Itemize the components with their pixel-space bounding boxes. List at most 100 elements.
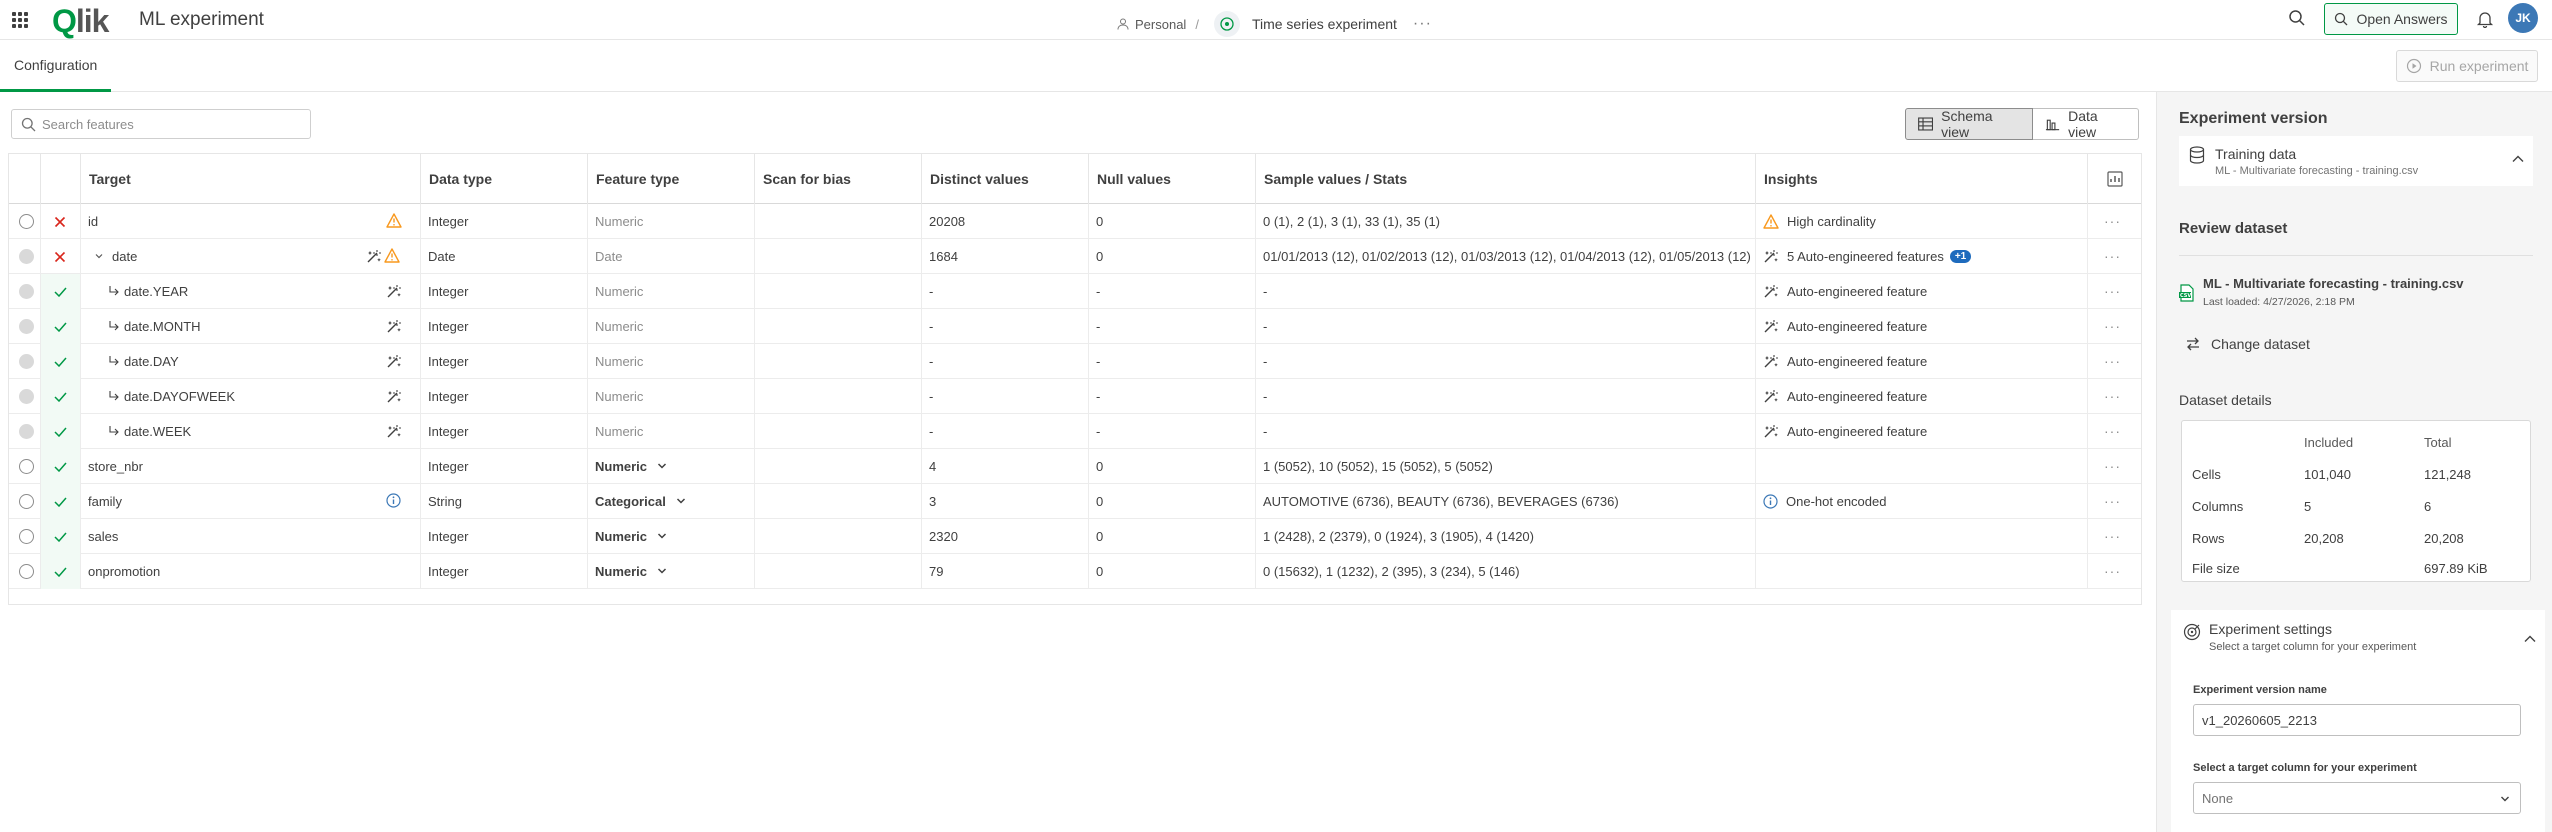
chevron-down-icon (657, 531, 667, 541)
table-row[interactable]: sales Integer Numeric 2320 0 1 (2428), 2 (237… (9, 519, 2141, 554)
table-row[interactable]: family String Categorical 3 0 AUTOMOTIVE (673… (9, 484, 2141, 519)
collapse-chevron-icon[interactable] (94, 251, 104, 261)
row-select-radio[interactable] (19, 284, 34, 299)
details-col-total: Total (2424, 435, 2452, 450)
more-options-icon[interactable]: ··· (1413, 15, 1432, 33)
column-header-feature-type[interactable]: Feature type (587, 154, 754, 204)
table-row[interactable]: store_nbr Integer Numeric 4 0 1 (5052), 10 (5… (9, 449, 2141, 484)
excluded-x-icon[interactable] (40, 204, 80, 239)
insight-text: Auto-engineered feature (1787, 283, 1928, 299)
search-features-input[interactable] (42, 114, 302, 134)
scan-for-bias-cell (754, 554, 921, 588)
column-settings-button[interactable] (2087, 154, 2142, 204)
column-header-data-type[interactable]: Data type (420, 154, 587, 204)
table-row[interactable]: date.DAY Integer Numeric - - - Auto-engineered… (9, 344, 2141, 379)
included-check-icon[interactable] (40, 379, 80, 414)
row-more-options-icon[interactable]: ··· (2104, 563, 2121, 579)
search-icon[interactable] (2288, 9, 2306, 27)
column-header-insights[interactable]: Insights (1755, 154, 2087, 204)
row-select-radio[interactable] (19, 459, 34, 474)
table-row[interactable]: id Integer Numeric 20208 0 0 (1), 2 (1), 3 (1… (9, 204, 2141, 239)
included-check-icon[interactable] (40, 519, 80, 554)
included-check-icon[interactable] (40, 344, 80, 379)
space-link[interactable]: Personal (1135, 17, 1186, 32)
row-select-radio[interactable] (19, 354, 34, 369)
qlik-logo[interactable]: Qlik (52, 3, 109, 40)
insights-cell (1755, 449, 2087, 483)
row-more-options-icon[interactable]: ··· (2104, 458, 2121, 474)
row-more-options-icon[interactable]: ··· (2104, 283, 2121, 299)
row-more-options-icon[interactable]: ··· (2104, 493, 2121, 509)
row-more-options-icon[interactable]: ··· (2104, 318, 2121, 334)
experiment-name[interactable]: Time series experiment (1252, 16, 1397, 32)
included-check-icon[interactable] (40, 484, 80, 519)
data-type-cell: Integer (428, 213, 469, 229)
open-answers-button[interactable]: Open Answers (2324, 3, 2458, 35)
included-check-icon[interactable] (40, 274, 80, 309)
included-check-icon[interactable] (40, 309, 80, 344)
row-more-options-icon[interactable]: ··· (2104, 213, 2121, 229)
feature-type-dropdown[interactable]: Numeric (587, 554, 754, 588)
chevron-down-icon (657, 461, 667, 471)
schema-view-button[interactable]: Schema view (1905, 108, 2033, 140)
table-row[interactable]: date.MONTH Integer Numeric - - - Auto-engineer… (9, 309, 2141, 344)
row-more-options-icon[interactable]: ··· (2104, 528, 2121, 544)
insights-cell: Auto-engineered feature (1755, 344, 2087, 378)
details-included-columns: 5 (2304, 499, 2312, 514)
person-icon (1117, 18, 1129, 30)
table-header: Target Data type Feature type Scan for b… (9, 154, 2141, 204)
column-header-target[interactable]: Target (80, 154, 420, 204)
null-values-cell: - (1096, 318, 1101, 334)
excluded-x-icon[interactable] (40, 239, 80, 274)
feature-type-dropdown[interactable]: Numeric (587, 449, 754, 483)
details-total-rows: 20,208 (2424, 531, 2464, 546)
version-name-input[interactable] (2193, 704, 2521, 736)
details-total-columns: 6 (2424, 499, 2432, 514)
table-row[interactable]: date.WEEK Integer Numeric - - - Auto-engineere… (9, 414, 2141, 449)
change-dataset-button[interactable]: Change dataset (2185, 336, 2310, 352)
target-column-select[interactable]: None (2193, 782, 2521, 814)
more-insights-badge[interactable]: +1 (1949, 249, 1972, 263)
feature-type-dropdown[interactable]: Categorical (587, 484, 754, 518)
chevron-up-icon[interactable] (2523, 632, 2537, 646)
auto-engineer-icon (1763, 353, 1779, 369)
column-divider (2087, 204, 2088, 589)
row-select-radio[interactable] (19, 529, 34, 544)
column-header-scan-for-bias[interactable]: Scan for bias (754, 154, 921, 204)
row-select-radio[interactable] (19, 494, 34, 509)
table-row[interactable]: date Date Date 1684 0 01/01/2013 (12), 01/02/… (9, 239, 2141, 274)
user-avatar[interactable]: JK (2508, 3, 2538, 33)
row-select-radio[interactable] (19, 389, 34, 404)
row-more-options-icon[interactable]: ··· (2104, 248, 2121, 264)
table-row[interactable]: date.DAYOFWEEK Integer Numeric - - - Auto-engi… (9, 379, 2141, 414)
version-name-label: Experiment version name (2193, 684, 2327, 696)
row-select-radio[interactable] (19, 214, 34, 229)
included-check-icon[interactable] (40, 554, 80, 589)
scan-for-bias-cell (754, 449, 921, 483)
feature-type-dropdown[interactable]: Numeric (587, 519, 754, 553)
data-view-button[interactable]: Data view (2033, 108, 2139, 140)
table-row[interactable]: onpromotion Integer Numeric 79 0 0 (15632), 1… (9, 554, 2141, 589)
experiment-settings-card[interactable]: Experiment settings Select a target colu… (2171, 610, 2545, 670)
column-header-sample-values[interactable]: Sample values / Stats (1255, 154, 1755, 204)
chevron-up-icon[interactable] (2511, 152, 2525, 166)
row-more-options-icon[interactable]: ··· (2104, 423, 2121, 439)
row-select-radio[interactable] (19, 319, 34, 334)
column-header-distinct-values[interactable]: Distinct values (921, 154, 1088, 204)
run-experiment-button[interactable]: Run experiment (2396, 50, 2538, 82)
tab-configuration[interactable]: Configuration (0, 40, 112, 92)
training-data-card[interactable]: Training data ML - Multivariate forecast… (2179, 136, 2533, 186)
column-header-null-values[interactable]: Null values (1088, 154, 1255, 204)
app-menu-grid-icon[interactable] (12, 12, 28, 28)
table-row[interactable]: date.YEAR Integer Numeric - - - Auto-engineere… (9, 274, 2141, 309)
row-more-options-icon[interactable]: ··· (2104, 388, 2121, 404)
included-check-icon[interactable] (40, 414, 80, 449)
row-select-radio[interactable] (19, 564, 34, 579)
included-check-icon[interactable] (40, 449, 80, 484)
sample-values-cell: - (1263, 423, 1268, 439)
row-select-radio[interactable] (19, 424, 34, 439)
row-select-radio[interactable] (19, 249, 34, 264)
notifications-bell-icon[interactable] (2476, 10, 2494, 28)
row-more-options-icon[interactable]: ··· (2104, 353, 2121, 369)
change-dataset-label: Change dataset (2211, 336, 2310, 352)
